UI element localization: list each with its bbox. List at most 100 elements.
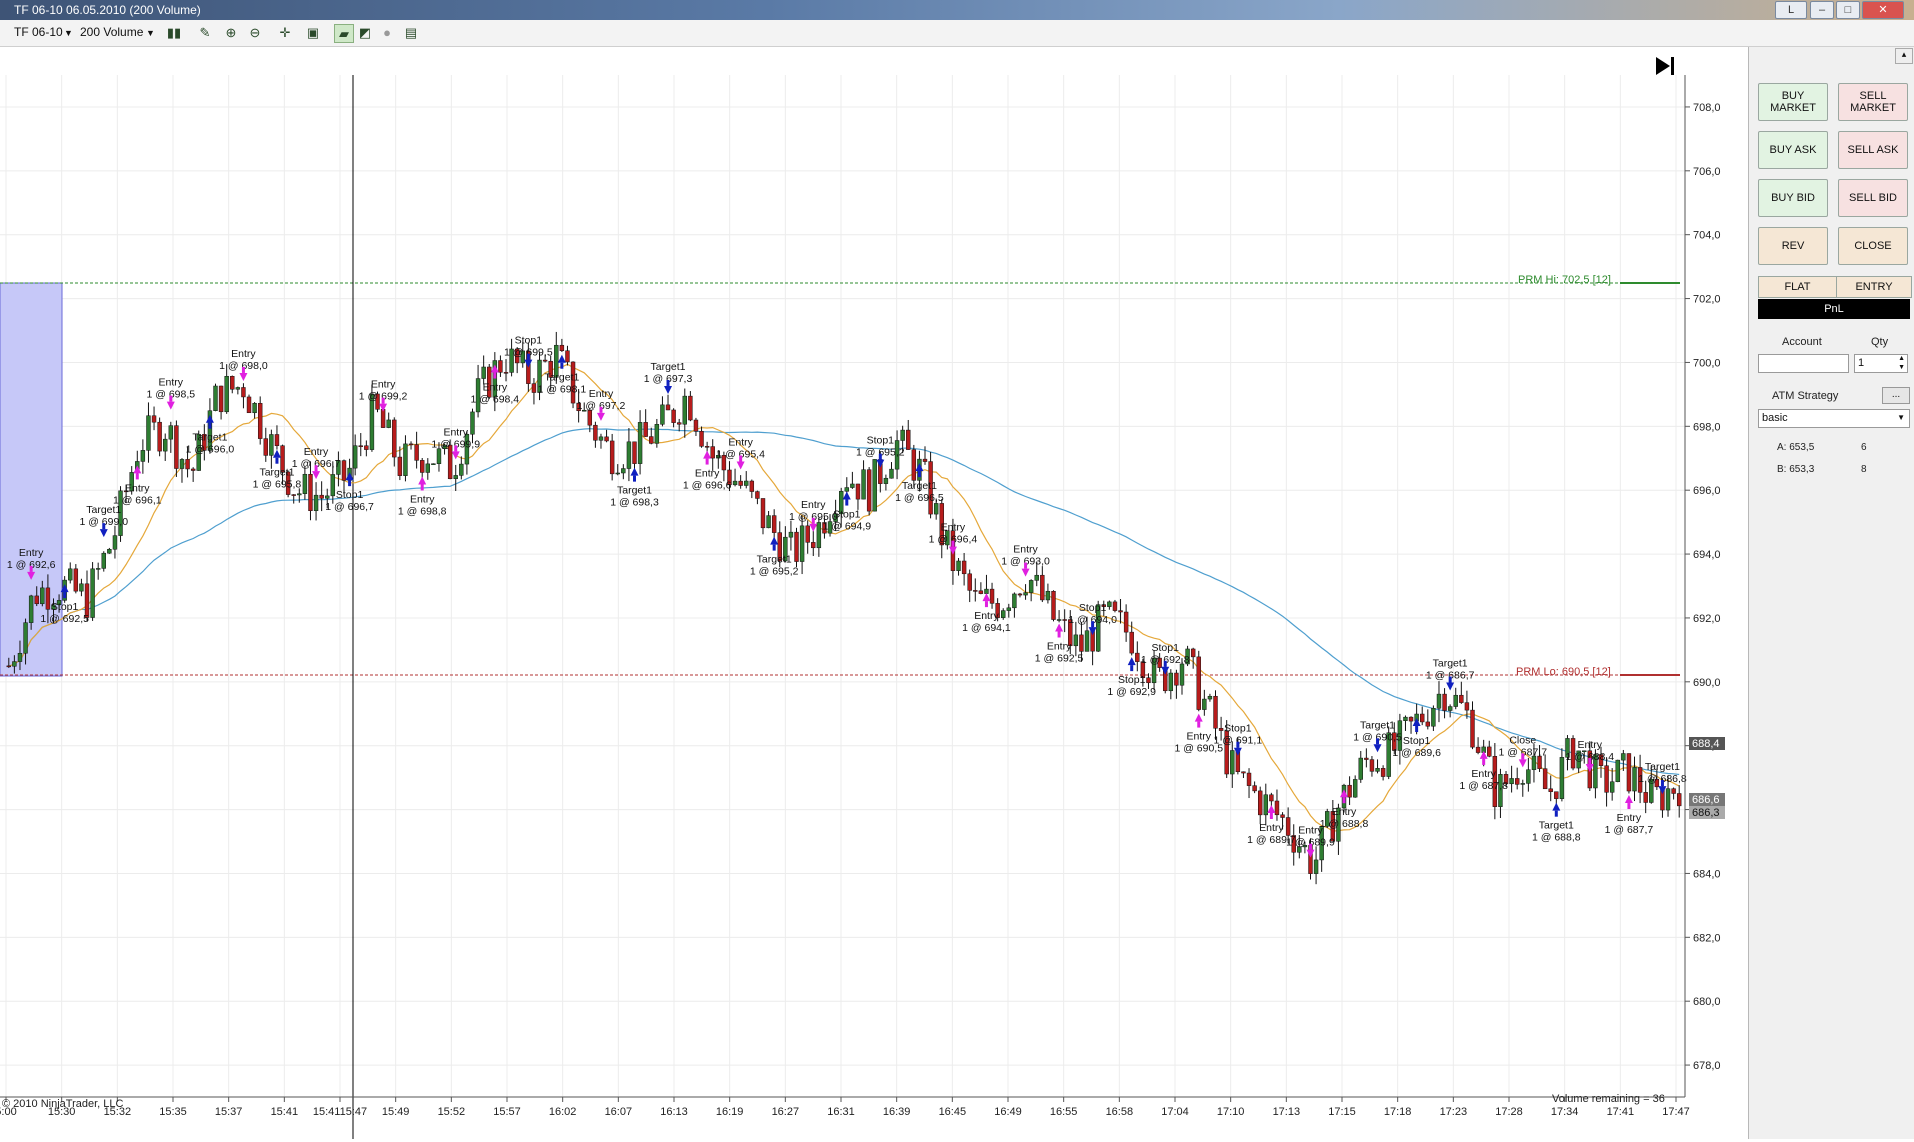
indicators-icon[interactable]: ◩ [356,24,374,41]
candle-body [693,419,699,432]
candle-body [866,469,872,512]
price-chart[interactable]: Entry 1 @ 692,6 Stop1 1 @ 692,5 Target1 1 @ 6… [0,47,1748,1139]
time-tick-label: 15:57 [493,1106,521,1118]
arrow-shaft [1091,621,1095,628]
panel-collapse-icon[interactable]: ▴ [1895,48,1913,64]
chevron-down-icon[interactable]: ▼ [1897,413,1905,422]
candle-body [732,480,738,486]
candle-body [73,568,79,592]
buy-market-button[interactable]: BUY MARKET [1758,83,1828,121]
chart-toolbar: TF 06-10 ▼ 200 Volume ▼ ▮▮ ✎ ⊕ ⊖ ✛ ▣ ▰ ◩… [0,20,1914,47]
up-arrow-icon [1055,623,1064,632]
annotation-label: Stop1 [1224,723,1252,735]
candle-body [1375,768,1380,772]
strategy-icon[interactable]: ● [378,24,396,41]
time-tick-label: 15:35 [159,1106,187,1118]
candle-body [1442,693,1447,711]
candle-body [1364,757,1369,760]
link-button[interactable]: L [1775,1,1807,19]
chevron-down-icon[interactable]: ▼ [146,28,155,38]
candle-body [1671,788,1676,794]
atm-more-button[interactable]: ... [1882,387,1910,404]
arrow-shaft [772,544,776,551]
maximize-button[interactable]: □ [1836,1,1860,19]
stepper-arrows-icon[interactable]: ▲ ▼ [1898,354,1905,372]
up-arrow-icon [1127,657,1136,666]
candle-body [649,436,654,444]
annotation-value: 1 @ 698,8 [398,505,447,517]
candle-body [1056,619,1062,621]
candle-body [68,568,73,581]
arrow-shaft [314,465,318,472]
zoom-out-icon[interactable]: ⊖ [246,24,264,41]
candle-body [352,445,358,469]
reverse-button[interactable]: REV [1758,227,1828,265]
price-tick-label: 690,0 [1693,677,1721,689]
exit-marker: Target11 @ 696,0 [186,414,234,456]
crosshair-icon[interactable]: ✛ [276,24,294,41]
price-tick-label: 704,0 [1693,230,1721,242]
annotation-value: 1 @ 687,7 [1605,824,1654,836]
minimize-button[interactable]: – [1810,1,1834,19]
sell-bid-button[interactable]: SELL BID [1838,179,1908,217]
pencil-draw-icon[interactable]: ✎ [196,24,214,41]
candle-body [308,473,313,511]
up-arrow-icon [490,364,499,373]
account-select[interactable] [1758,354,1849,373]
ask-qty-label: 6 [1861,442,1867,453]
data-box-icon[interactable]: ▣ [304,24,322,41]
down-arrow-icon [1306,849,1315,858]
close-position-button[interactable]: CLOSE [1838,227,1908,265]
candle-body [1621,753,1626,761]
candle-body [1129,631,1134,654]
candle-body [470,411,475,435]
up-arrow-icon [205,414,214,423]
time-tick-label: 17:04 [1161,1106,1189,1118]
arrow-shaft [878,453,882,460]
price-axis: 708,0 706,0 704,0 702,0 700,0 698,0 696,0 694,0… [1685,102,1721,1072]
candle-body [1313,859,1319,874]
properties-icon[interactable]: ▤ [402,24,420,41]
candle-body [973,590,978,592]
sell-market-button[interactable]: SELL MARKET [1838,83,1908,121]
chart-trader-icon[interactable]: ▰ [334,24,354,43]
candle-body [850,483,855,488]
atm-strategy-select[interactable]: basic ▼ [1758,409,1910,428]
quantity-stepper[interactable]: 1 ▲ ▼ [1854,354,1908,373]
annotation-value: 1 @ 696,5 [895,492,944,504]
candle-body [844,487,849,492]
candle-body [386,419,391,428]
buy-ask-button[interactable]: BUY ASK [1758,131,1828,169]
time-tick-label: 16:13 [660,1106,688,1118]
candle-body [643,422,648,437]
buy-bid-button[interactable]: BUY BID [1758,179,1828,217]
chevron-down-icon[interactable]: ▼ [64,28,73,38]
interval-selector[interactable]: 200 Volume [80,25,143,39]
annotation-value: 1 @ 692,5 [40,613,89,625]
candle-body [989,588,995,604]
sell-ask-button[interactable]: SELL ASK [1838,131,1908,169]
instrument-selector[interactable]: TF 06-10 [14,25,63,39]
price-tick-label: 706,0 [1693,166,1721,178]
ask-price-label: A: 653,5 [1777,442,1815,453]
candle-body [593,424,598,441]
annotation-value: 1 @ 694,9 [822,521,871,533]
scroll-to-end-icon[interactable] [1656,57,1674,75]
arrow-shaft [1342,797,1346,804]
down-arrow-icon [166,401,175,410]
annotation-label: Entry [159,377,184,389]
chart-canvas[interactable]: Entry1 @ 692,6Stop11 @ 692,5Target11 @ 6… [0,47,1748,1139]
arrow-shaft [845,499,849,506]
candle-body [1643,792,1648,803]
price-tick-label: 698,0 [1693,421,1721,433]
arrow-shaft [493,372,497,379]
close-window-button[interactable]: ✕ [1862,1,1904,19]
candlestick-style-icon[interactable]: ▮▮ [165,24,183,41]
candle-body [1168,672,1174,692]
zoom-in-icon[interactable]: ⊕ [222,24,240,41]
arrow-shaft [1482,758,1486,765]
candle-body [1001,610,1006,618]
arrow-shaft [275,457,279,464]
time-tick-label: 16:07 [605,1106,633,1118]
time-tick-label: 15:49 [382,1106,410,1118]
